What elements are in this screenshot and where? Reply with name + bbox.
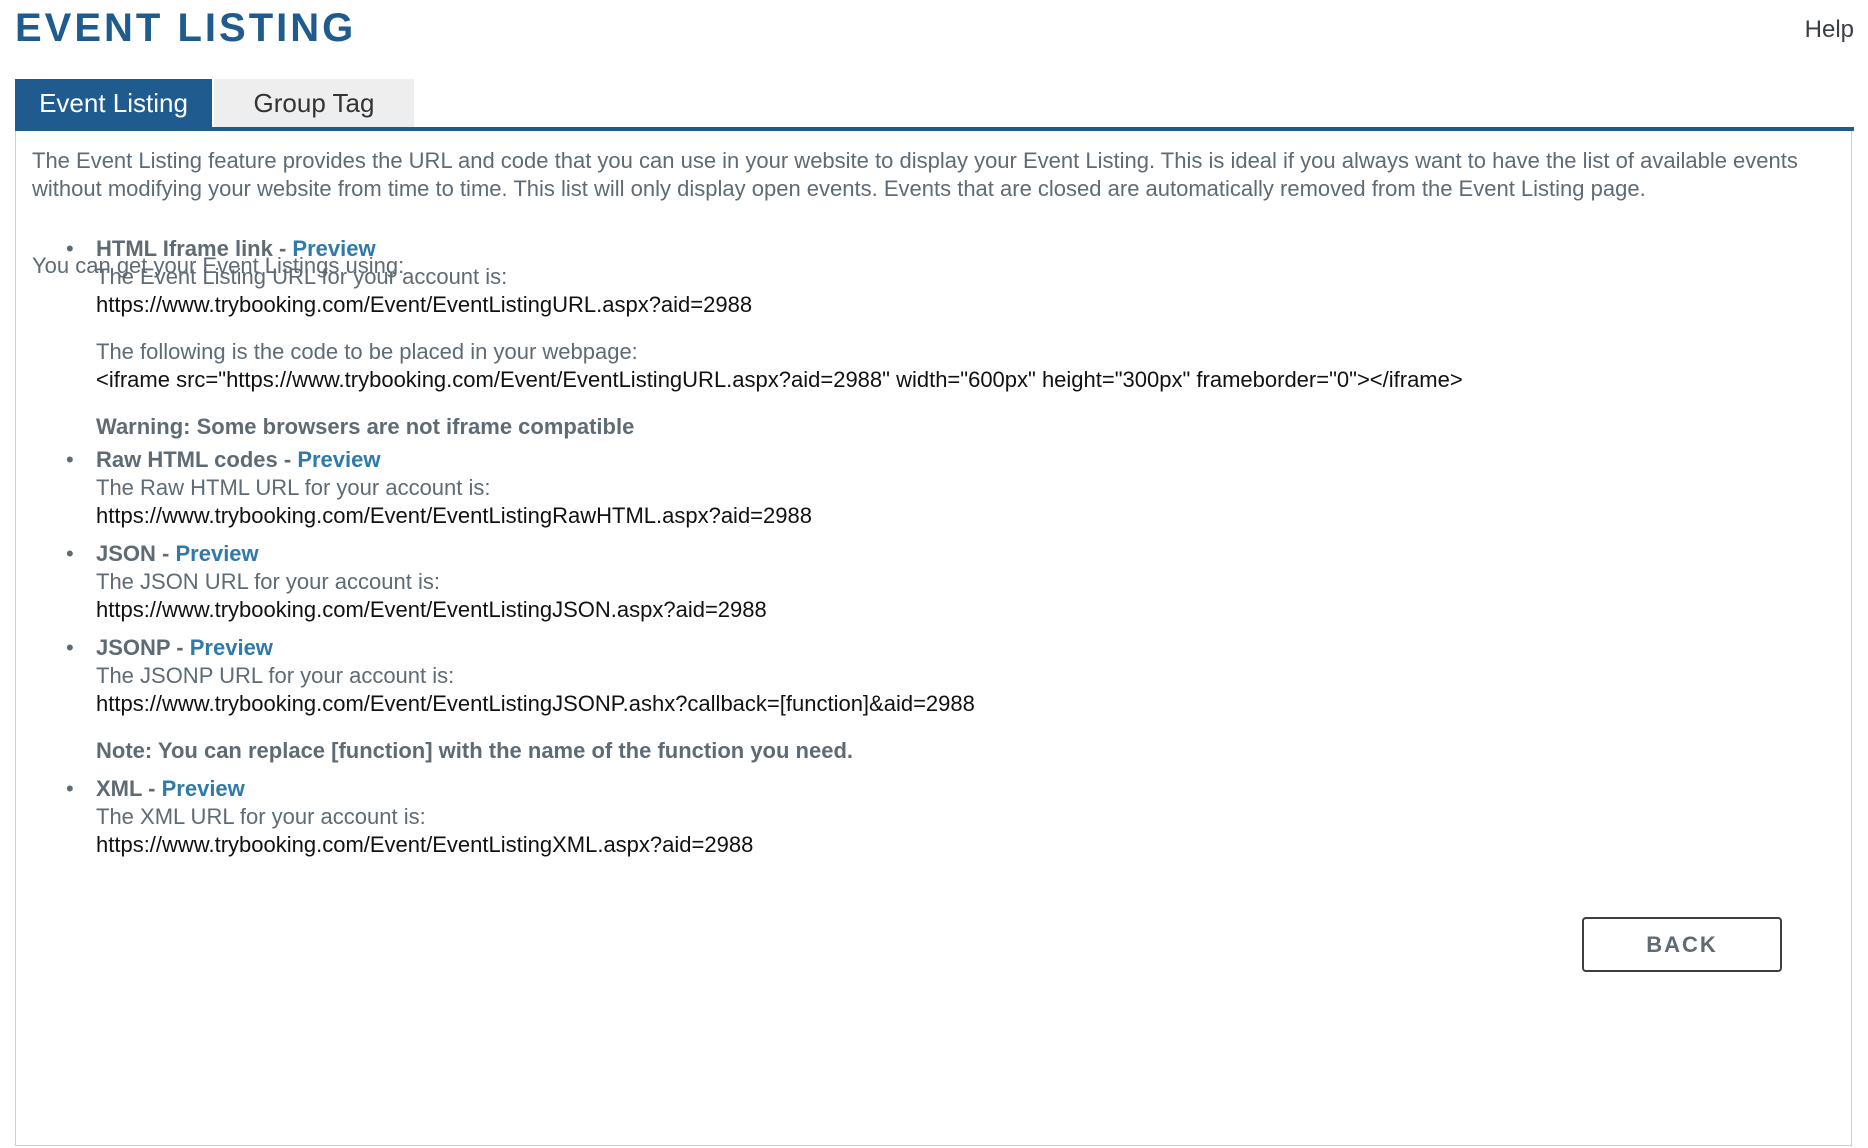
list-item-raw-html: • Raw HTML codes - Preview The Raw HTML … bbox=[66, 446, 1796, 530]
tab-event-listing[interactable]: Event Listing bbox=[15, 79, 212, 127]
url-value: https://www.trybooking.com/Event/EventLi… bbox=[96, 597, 767, 622]
preview-link-xml[interactable]: Preview bbox=[162, 776, 245, 801]
bullet-icon: • bbox=[66, 635, 74, 660]
list-item-json: • JSON - Preview The JSON URL for your a… bbox=[66, 540, 1796, 624]
url-label: The XML URL for your account is: bbox=[96, 804, 426, 829]
bullet-icon: • bbox=[66, 236, 74, 261]
bullet-icon: • bbox=[66, 447, 74, 472]
url-label: The Event Listing URL for your account i… bbox=[96, 264, 508, 289]
item-title: JSON bbox=[96, 541, 156, 566]
url-label: The JSONP URL for your account is: bbox=[96, 663, 455, 688]
item-title: JSONP bbox=[96, 635, 171, 660]
bullet-icon: • bbox=[66, 776, 74, 801]
bullet-icon: • bbox=[66, 541, 74, 566]
url-label: The JSON URL for your account is: bbox=[96, 569, 440, 594]
list-item-iframe: • HTML Iframe link - Preview The Event L… bbox=[66, 235, 1796, 441]
content-panel: The Event Listing feature provides the U… bbox=[15, 131, 1852, 1146]
url-value: https://www.trybooking.com/Event/EventLi… bbox=[96, 503, 812, 528]
url-value: https://www.trybooking.com/Event/EventLi… bbox=[96, 691, 975, 716]
tab-group-tag[interactable]: Group Tag bbox=[214, 79, 414, 127]
preview-link-iframe[interactable]: Preview bbox=[292, 236, 375, 261]
iframe-warning: Warning: Some browsers are not iframe co… bbox=[96, 414, 635, 439]
item-title: Raw HTML codes bbox=[96, 447, 278, 472]
preview-link-json[interactable]: Preview bbox=[175, 541, 258, 566]
preview-link-raw-html[interactable]: Preview bbox=[297, 447, 380, 472]
list-item-jsonp: • JSONP - Preview The JSONP URL for your… bbox=[66, 634, 1796, 765]
code-label: The following is the code to be placed i… bbox=[96, 339, 638, 364]
page-title: EVENT LISTING bbox=[15, 6, 357, 50]
url-value: https://www.trybooking.com/Event/EventLi… bbox=[96, 832, 754, 857]
intro-text: The Event Listing feature provides the U… bbox=[32, 148, 1798, 201]
iframe-code: <iframe src="https://www.trybooking.com/… bbox=[96, 367, 1463, 392]
jsonp-note: Note: You can replace [function] with th… bbox=[96, 738, 854, 763]
url-value: https://www.trybooking.com/Event/EventLi… bbox=[96, 292, 753, 317]
help-link[interactable]: Help bbox=[1805, 16, 1854, 44]
item-title: HTML Iframe link bbox=[96, 236, 273, 261]
tab-bar: Event Listing Group Tag bbox=[15, 79, 414, 127]
url-label: The Raw HTML URL for your account is: bbox=[96, 475, 491, 500]
list-item-xml: • XML - Preview The XML URL for your acc… bbox=[66, 775, 1796, 859]
preview-link-jsonp[interactable]: Preview bbox=[190, 635, 273, 660]
item-title: XML bbox=[96, 776, 143, 801]
back-button[interactable]: BACK bbox=[1582, 917, 1782, 972]
